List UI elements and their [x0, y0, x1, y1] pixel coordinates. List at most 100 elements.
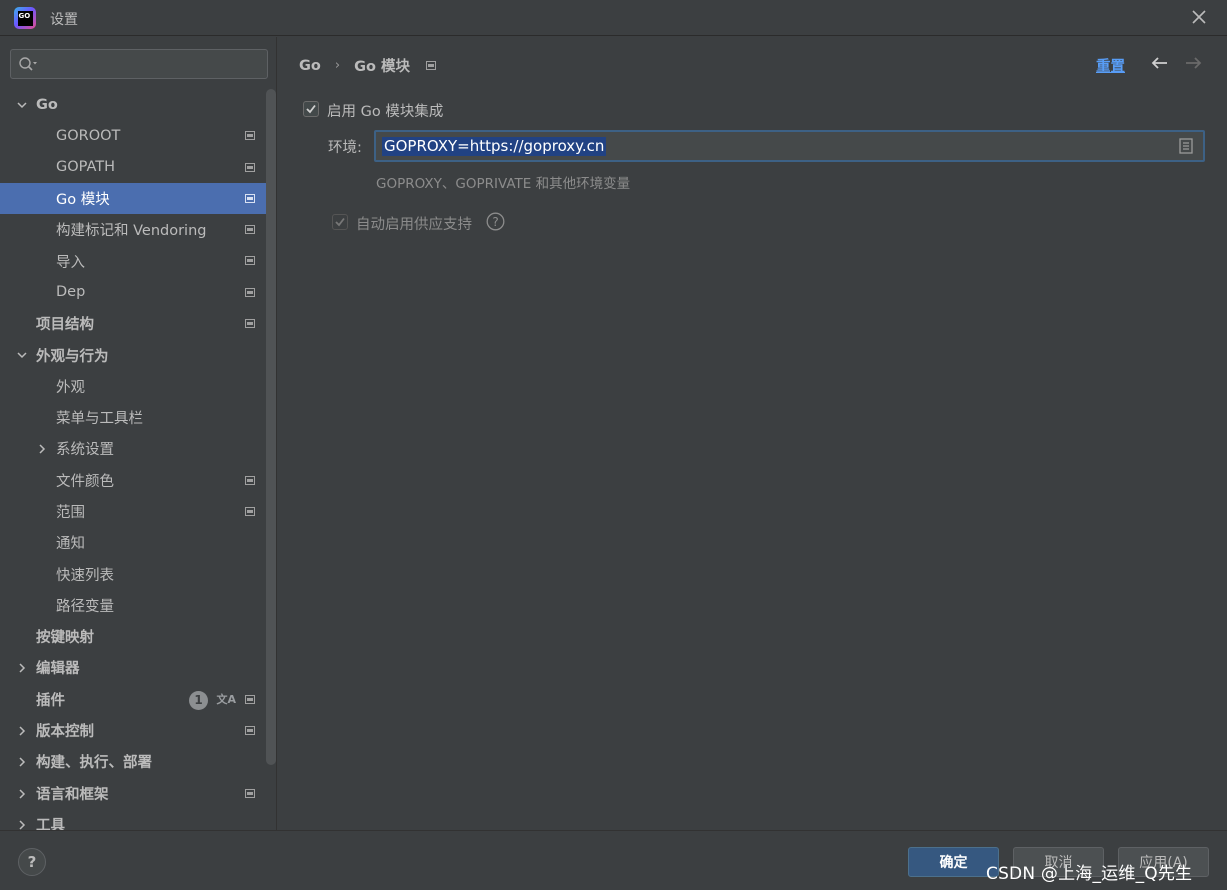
- translate-icon: 文A: [216, 692, 236, 706]
- project-scope-icon: [245, 256, 255, 266]
- sidebar-item-label: 语言和框架: [36, 786, 109, 803]
- sidebar-item[interactable]: 外观与行为: [0, 339, 266, 370]
- sidebar-item-label: 范围: [56, 505, 85, 521]
- sidebar-item[interactable]: 构建标记和 Vendoring: [0, 214, 266, 245]
- sidebar-item[interactable]: 版本控制: [0, 715, 266, 746]
- settings-content: Go › Go 模块 重置 启用 Go 模块集成 环境: GOPROXY=htt…: [278, 37, 1227, 830]
- expand-editor-icon[interactable]: [1179, 138, 1193, 154]
- sidebar-item[interactable]: 编辑器: [0, 652, 266, 683]
- project-scope-icon: [245, 319, 255, 329]
- dialog-footer: ? 确定 取消 应用(A) CSDN @上海_运维_Q先生: [0, 830, 1227, 890]
- sidebar-item[interactable]: 外观: [0, 371, 266, 402]
- sidebar-item-label: 导入: [56, 254, 85, 271]
- reset-link[interactable]: 重置: [1096, 55, 1125, 76]
- settings-tree: Go GOROOT GOPATH Go 模块构建标记和 Vendoring 导入 Dep 项…: [0, 89, 266, 830]
- back-button[interactable]: [1151, 56, 1169, 74]
- settings-search-box[interactable]: [10, 49, 268, 79]
- environment-label: 环境:: [328, 140, 362, 156]
- sidebar-item-label: Go 模块: [56, 192, 110, 209]
- chevron-down-icon[interactable]: [16, 99, 28, 111]
- project-scope-icon: [245, 506, 255, 516]
- sidebar-item-label: 项目结构: [36, 317, 94, 334]
- sidebar-item[interactable]: 范围: [0, 496, 266, 527]
- sidebar-item-label: 插件: [36, 692, 65, 709]
- sidebar-item[interactable]: 快速列表: [0, 558, 266, 589]
- sidebar-item[interactable]: 文件颜色: [0, 465, 266, 496]
- sidebar-item[interactable]: Go: [0, 89, 266, 120]
- help-button[interactable]: ?: [18, 848, 46, 876]
- chevron-right-icon[interactable]: [36, 443, 48, 455]
- sidebar-item[interactable]: 项目结构: [0, 308, 266, 339]
- project-scope-icon: [245, 788, 255, 798]
- sidebar-item[interactable]: 按键映射: [0, 621, 266, 652]
- search-icon: [19, 57, 37, 71]
- project-scope-icon: [245, 475, 255, 485]
- sidebar-item[interactable]: 语言和框架: [0, 778, 266, 809]
- sidebar-item-label: 菜单与工具栏: [56, 411, 143, 428]
- sidebar-item-label: 构建、执行、部署: [36, 755, 152, 772]
- sidebar-item-label: 编辑器: [36, 661, 80, 678]
- environment-input[interactable]: GOPROXY=https://goproxy.cn: [374, 130, 1205, 162]
- arrow-left-icon: [1151, 57, 1167, 69]
- sidebar-item[interactable]: 构建、执行、部署: [0, 746, 266, 777]
- sidebar-item-label: GOROOT: [56, 127, 121, 144]
- chevron-right-icon[interactable]: [16, 788, 28, 800]
- sidebar-item[interactable]: Dep: [0, 277, 266, 308]
- breadcrumb-parent[interactable]: Go: [299, 58, 321, 74]
- chevron-right-icon[interactable]: [16, 756, 28, 768]
- enable-go-modules-checkbox[interactable]: [303, 101, 319, 117]
- sidebar-item-label: 文件颜色: [56, 473, 114, 490]
- sidebar-item[interactable]: 导入: [0, 245, 266, 276]
- project-scope-icon: [245, 225, 255, 235]
- enable-go-modules-label[interactable]: 启用 Go 模块集成: [327, 100, 443, 121]
- sidebar-item[interactable]: 菜单与工具栏: [0, 402, 266, 433]
- window-title: 设置: [50, 12, 78, 28]
- sidebar-item-label: GOPATH: [56, 159, 116, 176]
- chevron-right-icon[interactable]: [16, 725, 28, 737]
- forward-button[interactable]: [1184, 56, 1202, 74]
- sidebar-item[interactable]: 系统设置: [0, 433, 266, 464]
- sidebar-item[interactable]: 插件 1 文A: [0, 684, 266, 715]
- app-icon-text: GO: [17, 10, 33, 26]
- vendoring-label: 自动启用供应支持: [356, 217, 472, 233]
- sidebar-item-label: 构建标记和 Vendoring: [56, 223, 207, 240]
- help-icon[interactable]: ?: [486, 212, 505, 231]
- sidebar-scrollbar[interactable]: [266, 89, 276, 765]
- arrow-right-icon: [1186, 57, 1202, 69]
- sidebar-item-label: 版本控制: [36, 724, 94, 741]
- breadcrumb-current: Go 模块: [354, 59, 410, 75]
- sidebar-item-label: 通知: [56, 536, 85, 553]
- close-button[interactable]: [1191, 9, 1207, 25]
- project-scope-icon: [426, 61, 436, 70]
- breadcrumb-separator: ›: [334, 58, 341, 73]
- settings-sidebar: Go GOROOT GOPATH Go 模块构建标记和 Vendoring 导入 Dep 项…: [0, 37, 277, 830]
- environment-value[interactable]: GOPROXY=https://goproxy.cn: [382, 137, 607, 156]
- help-glyph: ?: [492, 215, 498, 229]
- chevron-right-icon[interactable]: [16, 662, 28, 674]
- sidebar-item[interactable]: GOPATH: [0, 152, 266, 183]
- project-scope-icon: [245, 694, 255, 704]
- sidebar-item[interactable]: GOROOT: [0, 120, 266, 151]
- sidebar-item-label: 按键映射: [36, 630, 94, 647]
- chevron-right-icon[interactable]: [16, 819, 28, 830]
- sidebar-item-label: Go: [36, 96, 58, 113]
- sidebar-item-label: 外观: [56, 379, 85, 396]
- checkmark-icon: [335, 217, 345, 227]
- project-scope-icon: [245, 162, 255, 172]
- sidebar-item[interactable]: 路径变量: [0, 590, 266, 621]
- sidebar-item-label: 工具: [36, 817, 65, 830]
- update-count-badge: 1: [189, 690, 208, 710]
- sidebar-item[interactable]: Go 模块: [0, 182, 266, 215]
- chevron-down-icon[interactable]: [16, 349, 28, 361]
- vendoring-checkbox[interactable]: [332, 214, 348, 230]
- environment-hint: GOPROXY、GOPRIVATE 和其他环境变量: [376, 176, 631, 192]
- sidebar-item-label: 系统设置: [56, 442, 114, 459]
- sidebar-item[interactable]: 通知: [0, 527, 266, 558]
- sidebar-item-label: 路径变量: [56, 598, 114, 615]
- csdn-watermark: CSDN @上海_运维_Q先生: [986, 864, 1193, 884]
- sidebar-item[interactable]: 工具: [0, 809, 266, 830]
- project-scope-icon: [245, 193, 255, 203]
- settings-search-input[interactable]: [45, 53, 260, 75]
- checkmark-icon: [306, 104, 316, 114]
- sidebar-item-label: Dep: [56, 284, 86, 301]
